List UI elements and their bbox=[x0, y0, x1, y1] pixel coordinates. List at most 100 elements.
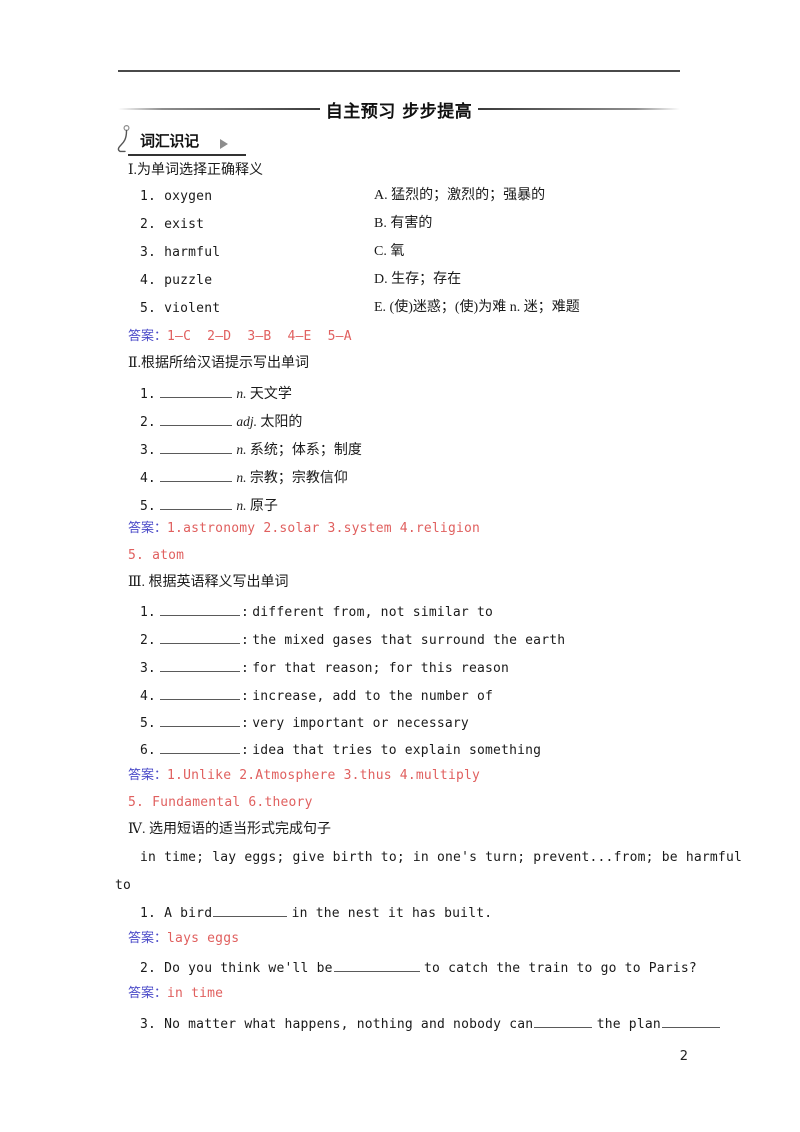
answer-label: 答案： bbox=[128, 931, 168, 946]
match-right-item-b: B. 有害的 bbox=[374, 216, 433, 231]
fill-english-row-1: 1. : different from, not similar to bbox=[140, 602, 493, 619]
pos-marker: adj. bbox=[236, 413, 258, 429]
question-text-middle: the plan bbox=[596, 1016, 661, 1032]
answer-value-4-1: lays eggs bbox=[167, 931, 240, 946]
pos-marker: n. bbox=[236, 441, 247, 457]
item-number: 1. bbox=[140, 386, 156, 402]
answer-blank[interactable] bbox=[160, 713, 241, 727]
phrase-bank-line-2: to bbox=[115, 878, 132, 893]
page-number: 2 bbox=[679, 1049, 688, 1064]
fill-chinese-row-5: 5. n. 原子 bbox=[140, 496, 278, 514]
answer-blank[interactable] bbox=[160, 440, 233, 454]
answer-blank[interactable] bbox=[160, 658, 241, 672]
answer-blank[interactable] bbox=[160, 496, 233, 510]
answer-label: 答案： bbox=[128, 768, 168, 783]
item-number: 4. bbox=[140, 470, 156, 486]
phrase-question-1: 1. A bird in the nest it has built. bbox=[140, 903, 492, 920]
answer-blank[interactable] bbox=[160, 740, 241, 754]
section-header-label: 词汇识记 bbox=[140, 132, 199, 150]
fill-chinese-row-3: 3. n. 系统；体系；制度 bbox=[140, 440, 362, 458]
definition-text: for that reason; for this reason bbox=[252, 660, 510, 676]
fill-english-row-5: 5. : very important or necessary bbox=[140, 713, 469, 730]
item-number: 4. bbox=[140, 688, 156, 704]
clue-text: 系统；体系；制度 bbox=[249, 442, 362, 458]
exercise-heading-3: Ⅲ. 根据英语释义写出单词 bbox=[128, 575, 289, 590]
match-left-item-1: 1. oxygen bbox=[140, 189, 213, 204]
fill-english-row-2: 2. : the mixed gases that surround the e… bbox=[140, 630, 565, 647]
match-right-item-d: D. 生存；存在 bbox=[374, 272, 462, 287]
definition-text: different from, not similar to bbox=[252, 604, 494, 620]
phrase-question-2: 2. Do you think we'll be to catch the tr… bbox=[140, 958, 697, 975]
exercise-heading-4: Ⅳ. 选用短语的适当形式完成句子 bbox=[128, 822, 331, 837]
answer-value-3-line1: 1.Unlike 2.Atmosphere 3.thus 4.multiply bbox=[167, 768, 481, 783]
exercise-heading-1: Ⅰ.为单词选择正确释义 bbox=[128, 163, 264, 178]
item-number: 3. bbox=[140, 442, 156, 458]
answer-blank[interactable] bbox=[160, 602, 241, 616]
answer-row-3b: 5. Fundamental 6.theory bbox=[128, 795, 313, 810]
question-text-before: 1. A bird bbox=[140, 905, 213, 921]
answer-value-2-line1: 1.astronomy 2.solar 3.system 4.religion bbox=[167, 521, 481, 536]
match-right-item-a: A. 猛烈的；激烈的；强暴的 bbox=[374, 188, 546, 203]
question-text-before: 2. Do you think we'll be bbox=[140, 960, 333, 976]
clue-text: 天文学 bbox=[249, 386, 292, 402]
fill-chinese-row-2: 2. adj. 太阳的 bbox=[140, 412, 302, 430]
match-right-item-e: E. (使)迷惑；(使)为难 n. 迷；难题 bbox=[374, 300, 580, 315]
fill-english-row-6: 6. : idea that tries to explain somethin… bbox=[140, 740, 541, 757]
definition-text: increase, add to the number of bbox=[252, 688, 494, 704]
answer-value-1-3: 3—B bbox=[247, 329, 272, 344]
answer-value-1-2: 2—D bbox=[207, 329, 232, 344]
answer-label: 答案： bbox=[128, 521, 168, 536]
phrase-bank-line-1: in time; lay eggs; give birth to; in one… bbox=[140, 850, 742, 865]
answer-blank[interactable] bbox=[160, 686, 241, 700]
answer-row-3a: 答案：1.Unlike 2.Atmosphere 3.thus 4.multip… bbox=[128, 768, 480, 782]
top-divider-rule bbox=[118, 70, 680, 72]
fill-english-row-4: 4. : increase, add to the number of bbox=[140, 686, 493, 703]
pos-marker: n. bbox=[236, 469, 247, 485]
answer-blank[interactable] bbox=[160, 384, 233, 398]
match-right-item-c: C. 氧 bbox=[374, 244, 405, 259]
answer-blank[interactable] bbox=[160, 468, 233, 482]
answer-label: 答案： bbox=[128, 986, 168, 1001]
section-header-vocabulary: 词汇识记 bbox=[117, 125, 246, 156]
answer-blank[interactable] bbox=[160, 412, 233, 426]
answer-value-4-2: in time bbox=[167, 986, 224, 1001]
question-text-after: to catch the train to go to Paris? bbox=[424, 960, 697, 976]
fill-chinese-row-1: 1. n. 天文学 bbox=[140, 384, 292, 402]
definition-text: the mixed gases that surround the earth bbox=[252, 632, 566, 648]
exercise-heading-2: Ⅱ.根据所给汉语提示写出单词 bbox=[128, 356, 310, 371]
answer-row-4-2: 答案：in time bbox=[128, 986, 223, 1000]
answer-value-1-5: 5—A bbox=[327, 329, 352, 344]
triangle-right-icon bbox=[220, 139, 228, 149]
banner-rule-left bbox=[118, 108, 320, 110]
question-text-before: 3. No matter what happens, nothing and n… bbox=[140, 1016, 534, 1032]
section-header-underline bbox=[128, 154, 246, 156]
question-text-after: in the nest it has built. bbox=[291, 905, 493, 921]
definition-text: very important or necessary bbox=[252, 715, 469, 731]
curly-hook-icon bbox=[117, 125, 130, 153]
answer-value-1-1: 1—C bbox=[167, 329, 192, 344]
answer-blank[interactable] bbox=[160, 630, 241, 644]
answer-row-2a: 答案：1.astronomy 2.solar 3.system 4.religi… bbox=[128, 521, 480, 535]
phrase-question-3: 3. No matter what happens, nothing and n… bbox=[140, 1014, 721, 1031]
answer-blank[interactable] bbox=[534, 1014, 593, 1028]
item-number: 1. bbox=[140, 604, 156, 620]
answer-row-1: 答案：1—C 2—D 3—B 4—E 5—A bbox=[128, 329, 352, 343]
match-left-item-3: 3. harmful bbox=[140, 245, 221, 260]
item-number: 6. bbox=[140, 742, 156, 758]
banner-title: 自主预习 步步提高 bbox=[325, 101, 473, 122]
answer-blank[interactable] bbox=[213, 903, 288, 917]
item-number: 5. bbox=[140, 715, 156, 731]
fill-english-row-3: 3. : for that reason; for this reason bbox=[140, 658, 509, 675]
match-left-item-4: 4. puzzle bbox=[140, 273, 213, 288]
answer-row-2b: 5. atom bbox=[128, 548, 185, 563]
clue-text: 宗教；宗教信仰 bbox=[249, 470, 348, 486]
answer-row-4-1: 答案：lays eggs bbox=[128, 931, 239, 945]
banner: 自主预习 步步提高 bbox=[118, 96, 681, 122]
answer-value-1-4: 4—E bbox=[287, 329, 312, 344]
answer-label: 答案： bbox=[128, 329, 168, 344]
match-left-item-5: 5. violent bbox=[140, 301, 221, 316]
item-number: 5. bbox=[140, 498, 156, 514]
answer-blank[interactable] bbox=[333, 958, 420, 972]
answer-blank[interactable] bbox=[661, 1014, 720, 1028]
item-number: 3. bbox=[140, 660, 156, 676]
